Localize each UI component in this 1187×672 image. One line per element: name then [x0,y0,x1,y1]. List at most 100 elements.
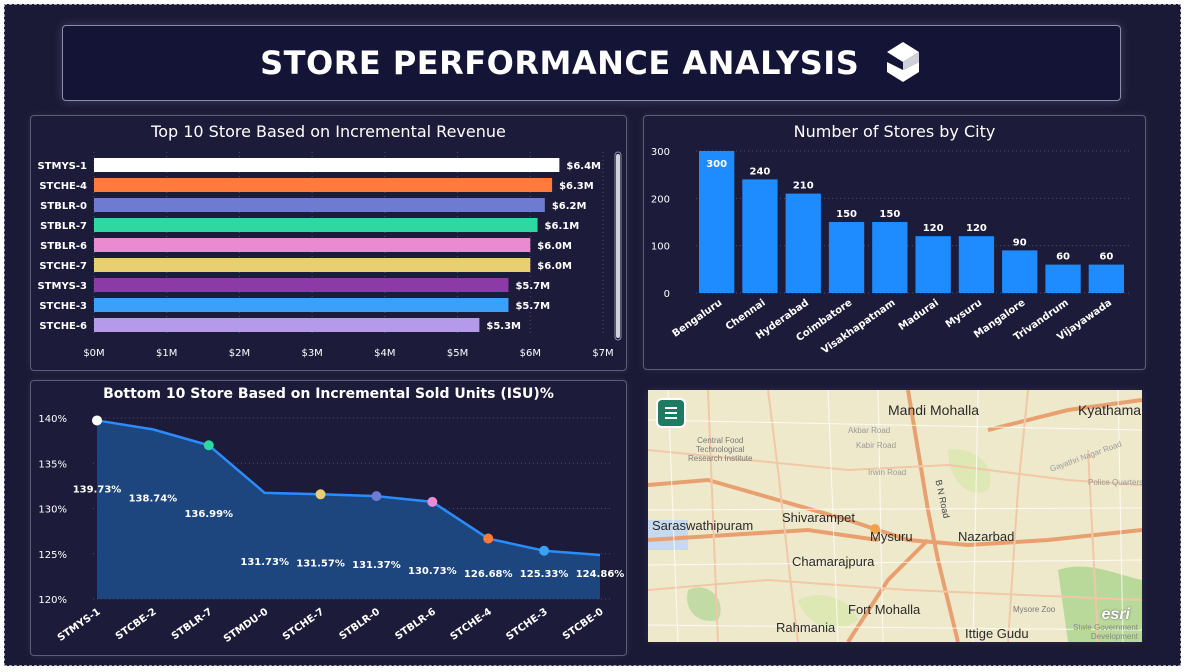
city-tick-label: Visakhapatnam [820,297,898,356]
data-label: 131.57% [296,558,345,569]
revenue-bar [94,238,531,252]
value-label: $5.7M [515,301,550,312]
y-tick-label: 100 [651,242,670,253]
map-road-label: Kabir Road [856,441,897,450]
revenue-bar [94,198,545,212]
category-label: STMYS-1 [37,161,87,172]
city-bar [958,236,995,293]
value-label: $6.0M [537,241,572,252]
value-label: $5.7M [515,281,550,292]
x-tick-label: $6M [520,348,541,359]
map-attribution: State Government Development [1073,623,1138,641]
x-tick-label: STCHE-3 [504,606,549,642]
x-tick-label: STMDU-0 [222,606,271,645]
bar-value-label: 60 [1056,252,1070,263]
stacked-layers-logo-icon [886,42,919,82]
city-bar [742,179,778,293]
y-tick-label: 135% [38,459,67,470]
revenue-bar [94,278,509,292]
x-tick-label: $7M [592,348,613,359]
city-tick-label: Madurai [897,297,941,332]
bar-value-label: 90 [1013,237,1027,248]
city-bar [1002,250,1038,293]
city-bar [828,222,865,293]
city-bar [1088,264,1124,293]
data-point [203,440,214,451]
esri-logo: esri [1101,606,1130,623]
y-tick-label: 140% [38,414,67,425]
x-tick-label: $0M [83,348,104,359]
map-label: Central Food Technological Research Inst… [688,436,753,463]
map-road-label: Irwin Road [868,468,907,477]
data-label: 131.37% [352,560,401,571]
x-tick-label: $4M [374,348,395,359]
header-banner: STORE PERFORMANCE ANALYSIS [62,25,1121,101]
map-road-label: Police Quarters [1088,478,1142,487]
x-tick-label: $2M [229,348,250,359]
y-tick-label: 130% [38,505,67,516]
map-menu-button[interactable] [656,398,686,428]
bottom-stores-panel: Bottom 10 Store Based on Incremental Sol… [30,380,627,656]
category-label: STBLR-0 [40,201,87,212]
y-tick-label: 0 [664,289,670,300]
city-stores-bar-chart: 0100200300300Bengaluru240Chennai210Hyder… [651,147,1129,356]
map-label: Kyathama [1078,402,1142,418]
revenue-bar [94,258,531,272]
y-tick-label: 300 [651,147,670,158]
bar-value-label: 150 [879,209,900,220]
category-label: STCHE-6 [39,321,87,332]
revenue-bar [94,318,480,332]
x-tick-label: STCBE-2 [114,606,159,642]
map-label: Nazarbad [958,529,1015,544]
value-label: $6.3M [559,181,594,192]
bar-value-label: 120 [923,223,944,234]
city-tick-label: Mysuru [944,297,984,330]
category-label: STMYS-3 [37,281,87,292]
value-label: $6.0M [537,261,572,272]
x-tick-label: $1M [156,348,177,359]
category-label: STBLR-7 [40,221,87,232]
map-label: Mandi Mohalla [888,402,980,418]
bar-value-label: 120 [966,223,987,234]
store-map[interactable]: Mandi Mohalla Kyathama Central Food Tech… [648,390,1142,642]
value-label: $6.4M [566,161,601,172]
y-tick-label: 120% [38,595,67,606]
city-bar [915,236,951,293]
y-tick-label: 125% [38,550,67,561]
x-tick-label: STCHE-4 [449,606,494,642]
data-label: 126.68% [464,569,513,580]
bottom-stores-area-chart: 120% 125% 130% 135% 140% 139.73% STMYS-1 138.74… [38,414,625,645]
value-label: $6.2M [552,201,587,212]
revenue-bar [94,218,538,232]
x-tick-label: STBLR-0 [337,606,382,642]
map-label: Rahmania [776,620,836,635]
data-point [539,545,550,556]
y-tick-label: 200 [651,194,670,205]
data-label: 130.73% [408,566,457,577]
data-point [483,533,494,544]
map-road-label: Akbar Road [848,426,891,435]
map-label: Mysore Zoo [1013,605,1056,614]
map-label: Saraswathipuram [652,518,754,533]
page-title-text: STORE PERFORMANCE ANALYSIS [260,44,860,82]
data-label: 131.73% [240,557,289,568]
x-tick-label: $5M [447,348,468,359]
category-label: STBLR-6 [40,241,87,252]
dashboard-frame: STORE PERFORMANCE ANALYSIS Top 10 Store … [4,4,1181,666]
city-bar [785,193,821,293]
map-label: Fort Mohalla [848,602,921,617]
page-title: STORE PERFORMANCE ANALYSIS [63,42,1120,84]
bar-value-label: 300 [706,159,727,170]
x-tick-label: STCHE-7 [281,606,326,642]
scrollbar-thumb [616,154,620,338]
x-tick-label: $3M [301,348,322,359]
bar-value-label: 60 [1099,252,1113,263]
x-tick-label: STBLR-6 [393,606,438,642]
category-label: STCHE-4 [39,181,87,192]
data-label: 138.74% [129,493,178,504]
city-bar [872,222,908,293]
data-label: 124.86% [576,569,625,580]
city-bar [1045,264,1081,293]
map-label: Chamarajpura [792,554,875,569]
revenue-bar [94,158,560,172]
